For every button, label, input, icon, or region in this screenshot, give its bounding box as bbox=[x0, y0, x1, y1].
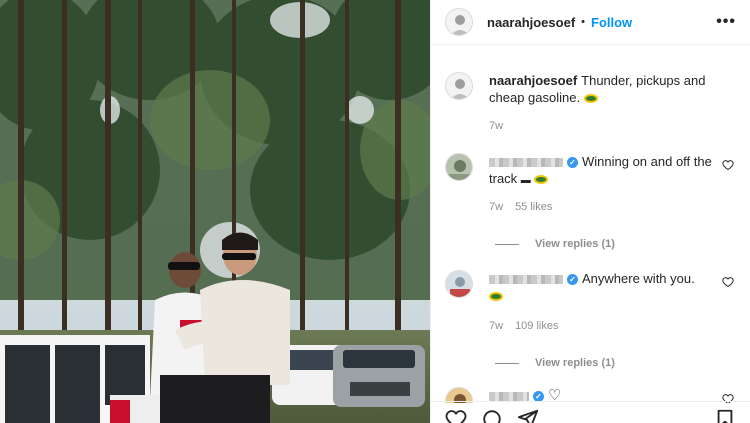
comment-icon[interactable] bbox=[481, 408, 503, 423]
replies-divider-line bbox=[495, 362, 519, 364]
caption-username[interactable]: naarahjoesoef bbox=[489, 73, 577, 88]
brazil-flag-emoji-icon bbox=[583, 94, 598, 104]
comment-timestamp[interactable]: 7w bbox=[489, 320, 503, 332]
view-replies-button[interactable]: View replies (1) bbox=[495, 357, 736, 369]
commenter-username-blurred[interactable] bbox=[489, 158, 563, 168]
follow-button[interactable]: Follow bbox=[591, 15, 632, 30]
caption-timestamp[interactable]: 7w bbox=[489, 120, 503, 132]
post-header: naarahjoesoef • Follow ••• bbox=[431, 0, 750, 45]
brazil-flag-emoji-icon bbox=[489, 292, 503, 302]
comment-likes[interactable]: 55 likes bbox=[515, 201, 552, 213]
commenter-username-blurred[interactable] bbox=[489, 392, 529, 402]
brazil-flag-emoji-icon bbox=[534, 175, 549, 185]
race-car-emoji-icon: ▬ bbox=[520, 175, 531, 186]
commenter-avatar[interactable] bbox=[445, 270, 473, 298]
post-side-panel: naarahjoesoef • Follow ••• naarahjoesoef… bbox=[430, 0, 750, 423]
comment-text: Anywhere with you. bbox=[582, 271, 695, 286]
author-avatar[interactable] bbox=[445, 8, 473, 36]
heart-icon[interactable] bbox=[445, 408, 467, 423]
heart-icon[interactable] bbox=[722, 276, 734, 288]
bookmark-icon[interactable] bbox=[714, 408, 736, 423]
post-modal: naarahjoesoef • Follow ••• naarahjoesoef… bbox=[0, 0, 750, 423]
more-options-icon[interactable]: ••• bbox=[716, 13, 736, 31]
share-icon[interactable] bbox=[517, 408, 539, 423]
comment-likes[interactable]: 109 likes bbox=[515, 320, 558, 332]
comment-item: ✓ Anywhere with you. 7w 109 likes bbox=[445, 270, 736, 335]
commenter-avatar[interactable] bbox=[445, 153, 473, 181]
replies-divider-line bbox=[495, 243, 519, 245]
photo-forest-couple-image bbox=[0, 0, 430, 423]
view-replies-label[interactable]: View replies (1) bbox=[535, 238, 615, 250]
verified-badge-icon: ✓ bbox=[567, 157, 578, 169]
verified-badge-icon: ✓ bbox=[567, 274, 578, 286]
caption: naarahjoesoef Thunder, pickups and cheap … bbox=[445, 72, 736, 135]
post-actions-bar bbox=[431, 401, 750, 423]
post-photo[interactable] bbox=[0, 0, 430, 423]
header-separator: • bbox=[581, 16, 586, 28]
commenter-username-blurred[interactable] bbox=[489, 275, 563, 285]
view-replies-label[interactable]: View replies (1) bbox=[535, 357, 615, 369]
comment-timestamp[interactable]: 7w bbox=[489, 201, 503, 213]
caption-author-avatar[interactable] bbox=[445, 72, 473, 100]
comment-item: ✓ Winning on and off the track ▬ 7w 55 lik… bbox=[445, 153, 736, 216]
comments-list[interactable]: naarahjoesoef Thunder, pickups and cheap … bbox=[431, 46, 750, 403]
heart-icon[interactable] bbox=[722, 159, 734, 171]
author-username[interactable]: naarahjoesoef bbox=[487, 15, 575, 30]
view-replies-button[interactable]: View replies (1) bbox=[495, 238, 736, 250]
